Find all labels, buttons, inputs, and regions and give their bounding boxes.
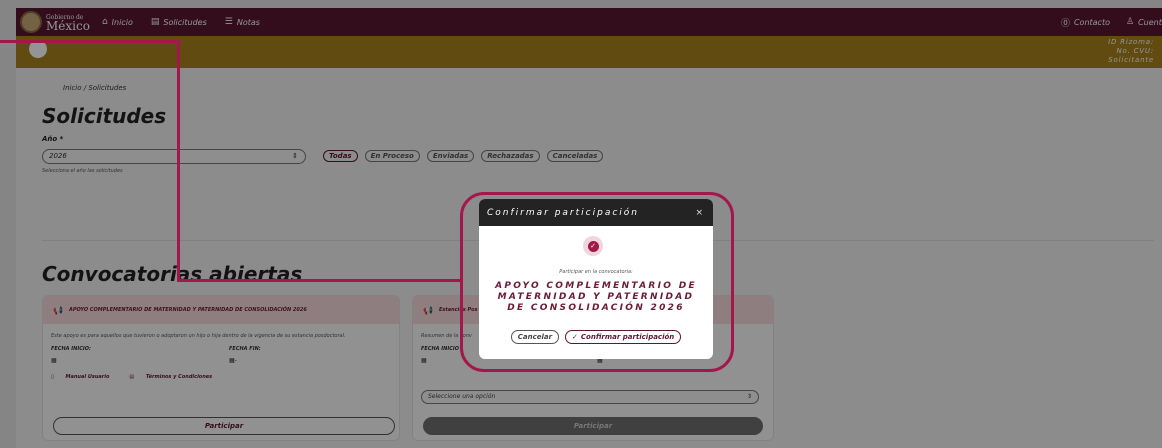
filter-todas[interactable]: Todas xyxy=(323,150,358,162)
participar-button[interactable]: Participar xyxy=(53,417,395,435)
manual-link[interactable]: ▯ Manual Usuario xyxy=(51,374,119,380)
option-select-placeholder: Seleccione una opción xyxy=(428,393,496,400)
user-info: ID Rizoma: No. CVU: Solicitante xyxy=(1108,38,1154,65)
card-header: 📢 APOYO COMPLEMENTARIO DE MATERNIDAD Y PA… xyxy=(43,296,399,324)
nav-inicio[interactable]: ⌂ Inicio xyxy=(102,17,133,27)
confirm-button-label: Confirmar participación xyxy=(580,333,675,341)
modal-header: Confirmar participación × xyxy=(479,199,713,226)
filter-rechazadas[interactable]: Rechazadas xyxy=(481,150,540,162)
select-arrow-icon: ⇕ xyxy=(746,393,752,400)
year-select[interactable]: 2026 ⇕ xyxy=(42,149,306,164)
cvu-label: No. CVU: xyxy=(1116,47,1154,55)
nav-contacto[interactable]: ⓪ Contacto xyxy=(1061,16,1110,29)
start-date-label: FECHA INICIO xyxy=(421,346,459,352)
check-icon: ✓ xyxy=(587,240,599,252)
card-links: ▯ Manual Usuario ▤ Términos y Condicione… xyxy=(51,374,232,380)
card-title: APOYO COMPLEMENTARIO DE MATERNIDAD Y PAT… xyxy=(68,307,307,313)
highlight-line xyxy=(177,40,180,282)
confirm-modal: Confirmar participación × ✓ Participar e… xyxy=(479,199,713,359)
terms-link[interactable]: ▤ Términos y Condiciones xyxy=(129,374,222,380)
year-help-text: Selecciona el año las solicitudes xyxy=(42,168,123,174)
megaphone-icon: 📢 xyxy=(53,305,63,315)
status-filters: Todas En Proceso Enviadas Rechazadas Can… xyxy=(323,150,610,162)
user-bar: ID Rizoma: No. CVU: Solicitante xyxy=(16,36,1162,68)
nav-inicio-label: Inicio xyxy=(111,17,133,27)
year-label: Año * xyxy=(42,135,64,143)
page-title: Solicitudes xyxy=(42,104,167,128)
gobierno-logo[interactable]: Gobierno de México xyxy=(20,11,90,33)
logo-text: Gobierno de México xyxy=(46,13,90,33)
top-navbar: Gobierno de México ⌂ Inicio ▤ Solicitudes … xyxy=(16,8,1162,36)
filter-canceladas[interactable]: Canceladas xyxy=(546,150,604,162)
modal-subtitle: Participar en la convocatoria: xyxy=(559,269,633,275)
terms-link-label: Términos y Condiciones xyxy=(145,374,213,380)
megaphone-icon: 📢 xyxy=(423,305,433,315)
option-select[interactable]: Seleccione una opción ⇕ xyxy=(421,390,759,404)
seal-icon xyxy=(20,11,42,33)
card-description: Este apoyo es para aquellos que tuvieron… xyxy=(51,333,346,339)
manual-link-label: Manual Usuario xyxy=(65,374,110,380)
filter-en-proceso[interactable]: En Proceso xyxy=(364,150,420,162)
user-icon: ♙ xyxy=(1126,17,1135,27)
cancel-button[interactable]: Cancelar xyxy=(510,330,560,344)
nav-right: ⓪Contacto ♙Cuenta xyxy=(1045,16,1162,29)
participar-button-disabled[interactable]: Participar xyxy=(423,417,763,435)
end-date-value: ▦- xyxy=(229,357,237,364)
start-date-value: ▦ xyxy=(421,357,427,364)
verified-badge-icon: ✓ xyxy=(583,236,603,256)
convocatoria-card: 📢 APOYO COMPLEMENTARIO DE MATERNIDAD Y PA… xyxy=(42,295,400,441)
nav-notas-label: Notas xyxy=(236,17,260,27)
list-icon: ☰ xyxy=(224,17,233,27)
filter-enviadas[interactable]: Enviadas xyxy=(426,150,475,162)
nav-cuenta[interactable]: ♙Cuenta xyxy=(1126,16,1162,29)
confirm-button[interactable]: ✓ Confirmar participación xyxy=(565,330,682,344)
select-arrow-icon: ⇕ xyxy=(292,152,298,160)
breadcrumb[interactable]: Inicio / Solicitudes xyxy=(63,84,126,92)
nav-notas[interactable]: ☰ Notas xyxy=(225,17,260,27)
book-icon: ▯ xyxy=(51,374,54,380)
highlight-line xyxy=(0,40,180,43)
highlight-line xyxy=(177,279,462,282)
document-icon: ▤ xyxy=(150,17,160,27)
nav-contacto-label: Contacto xyxy=(1073,17,1110,27)
nav-solicitudes[interactable]: ▤ Solicitudes xyxy=(151,17,207,27)
modal-title: Confirmar participación xyxy=(487,207,640,218)
logo-line2: México xyxy=(46,19,90,33)
modal-actions: Cancelar ✓ Confirmar participación xyxy=(479,330,713,344)
nav-cuenta-label: Cuenta xyxy=(1138,17,1162,27)
close-icon[interactable]: × xyxy=(695,208,705,218)
year-value: 2026 xyxy=(49,152,67,160)
check-icon: ✓ xyxy=(572,333,578,341)
start-date-label: FECHA INICIO: xyxy=(51,346,91,352)
id-rizoma-label: ID Rizoma: xyxy=(1108,38,1154,46)
role-label: Solicitante xyxy=(1108,56,1154,64)
home-icon: ⌂ xyxy=(101,17,108,27)
modal-convocatoria-name: APOYO COMPLEMENTARIO DE MATERNIDAD Y PAT… xyxy=(495,281,697,313)
nav-solicitudes-label: Solicitudes xyxy=(163,17,207,27)
end-date-label: FECHA FIN: xyxy=(229,346,261,352)
document-icon: ▤ xyxy=(129,374,135,380)
section-title: Convocatorias abiertas xyxy=(42,262,303,286)
help-icon: ⓪ xyxy=(1060,18,1070,29)
start-date-value: ▦ xyxy=(51,357,57,364)
